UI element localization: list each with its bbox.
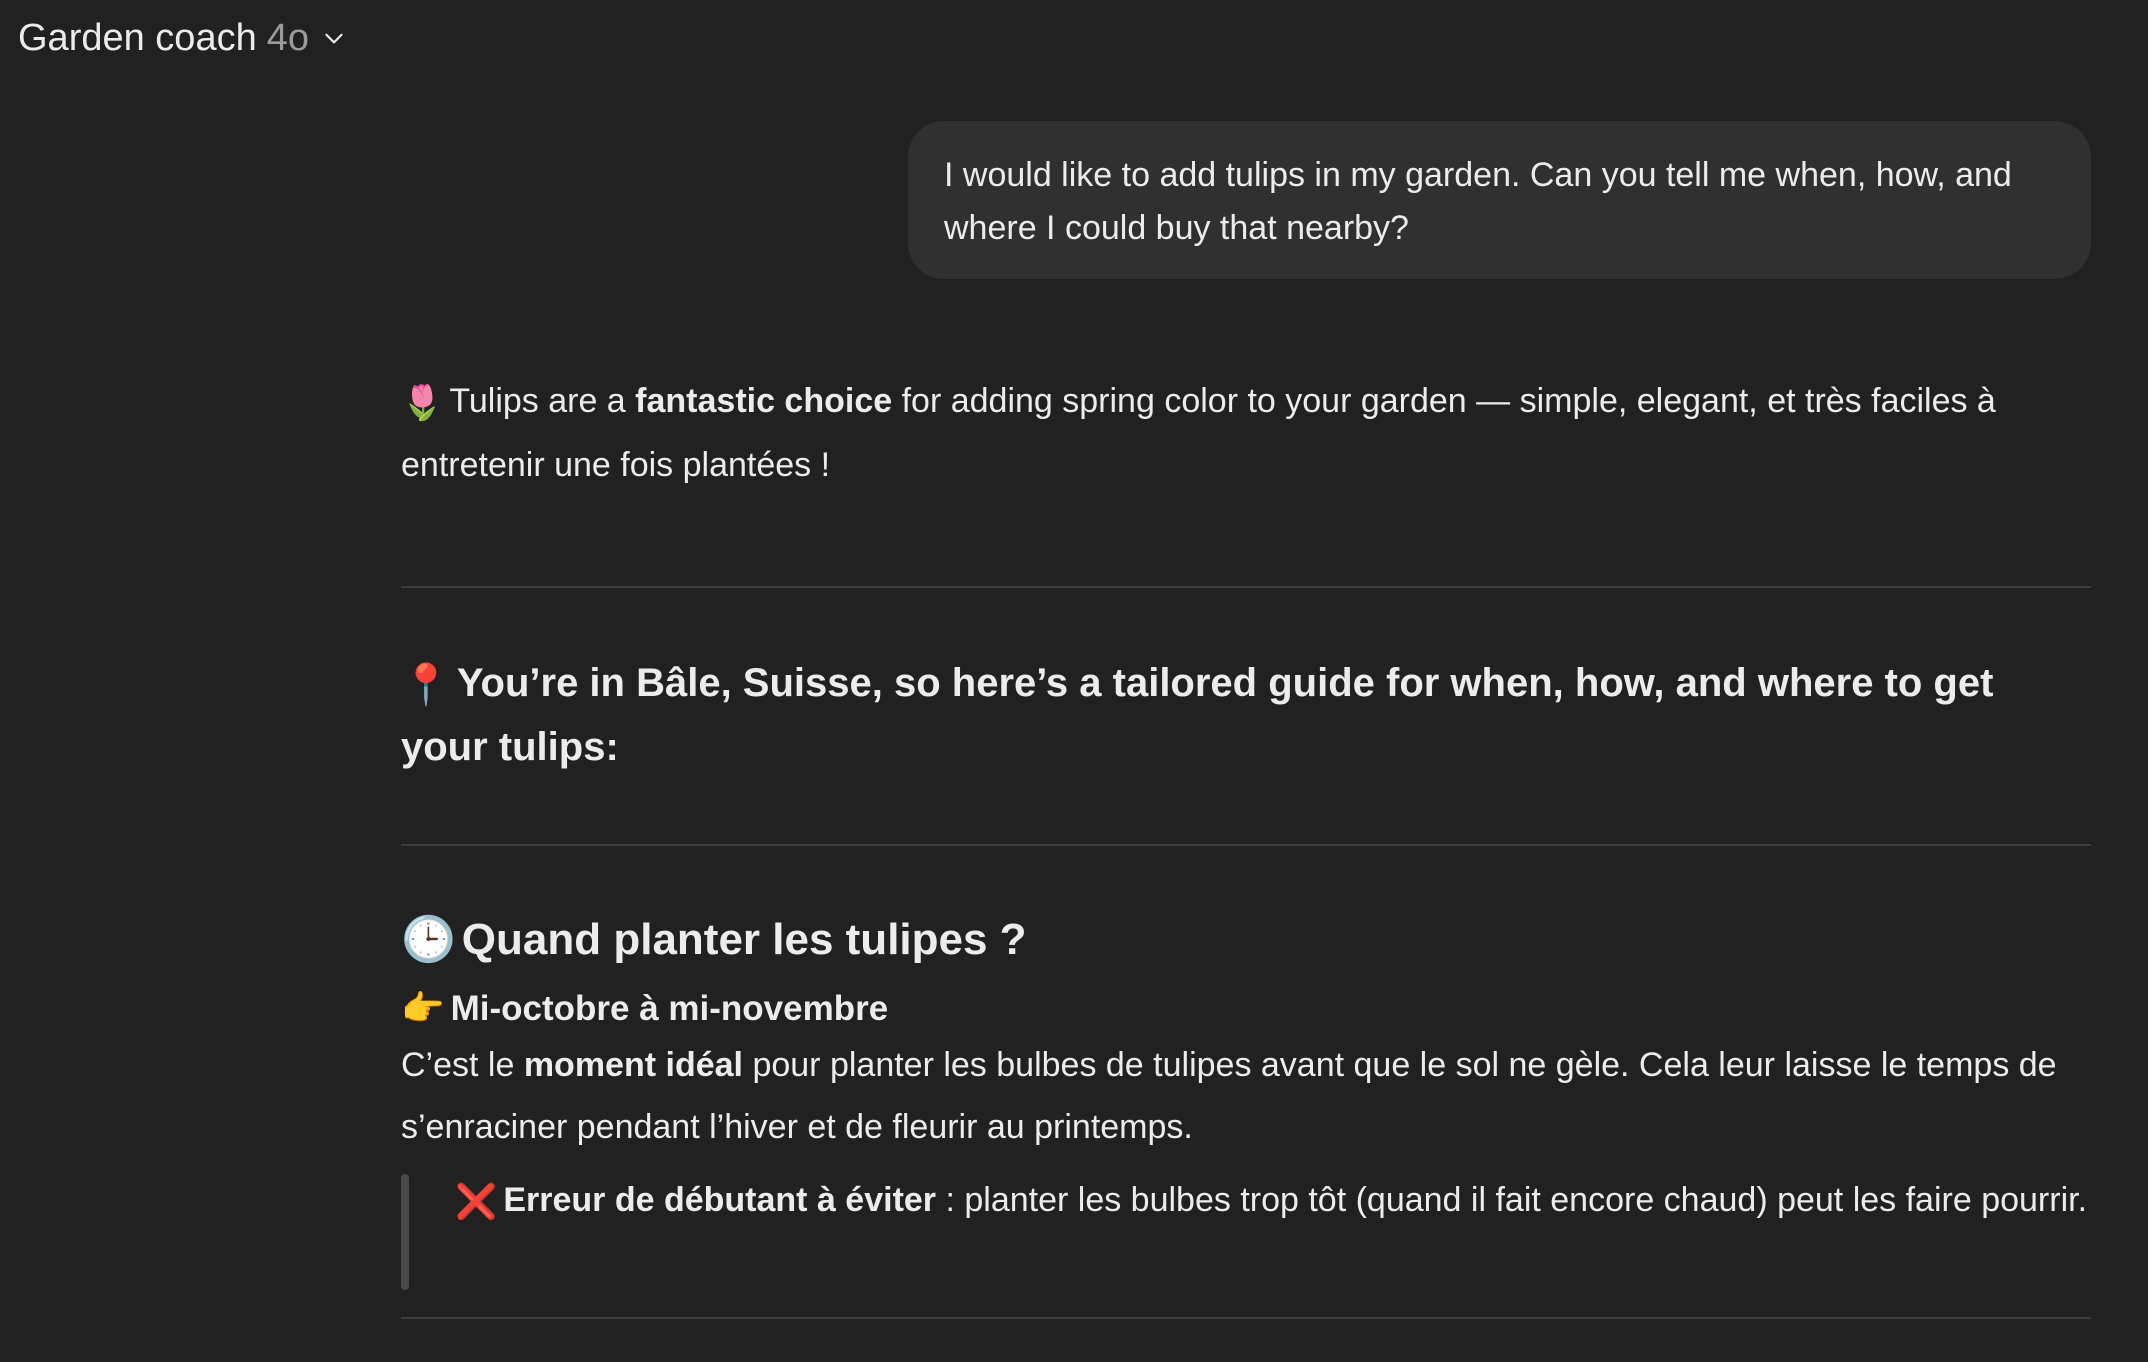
warning-text: : planter les bulbes trop tôt (quand il … — [936, 1181, 2088, 1220]
warning-blockquote: ❌ Erreur de débutant à éviter : planter l… — [401, 1174, 2091, 1291]
intro-text-start: Tulips are a — [449, 382, 636, 420]
clock-icon: 🕒 — [401, 915, 456, 965]
chat-app: Garden coach 4o I would like to add tuli… — [0, 0, 2148, 1362]
planting-body-bold: moment idéal — [523, 1046, 743, 1085]
intro-bold: fantastic choice — [635, 382, 893, 420]
user-message-bubble: I would like to add tulips in my garden.… — [908, 121, 2091, 279]
model-selector[interactable]: Garden coach 4o — [18, 12, 347, 64]
pointing-hand-icon: 👉 — [401, 989, 445, 1029]
divider — [401, 1316, 2091, 1319]
blockquote-bar — [401, 1174, 409, 1291]
section-title: Quand planter les tulipes ? — [461, 915, 1027, 965]
planting-period-text: Mi-octobre à mi-novembre — [450, 989, 889, 1029]
gpt-name: Garden coach — [18, 16, 257, 59]
cross-mark-icon: ❌ — [455, 1182, 498, 1221]
user-message-text: I would like to add tulips in my garden.… — [944, 156, 2012, 247]
model-version: 4o — [266, 16, 309, 59]
planting-body-start: C’est le — [401, 1046, 524, 1085]
warning-bold: Erreur de débutant à éviter — [503, 1181, 937, 1220]
section-heading-when: 🕒 Quand planter les tulipes ? — [401, 910, 2091, 970]
planting-body: C’est le moment idéal pour planter les b… — [401, 1034, 2091, 1158]
location-heading-text: You’re in Bâle, Suisse, so here’s a tail… — [401, 661, 1994, 770]
assistant-message: 🌷 Tulips are a fantastic choice for addin… — [401, 370, 2091, 1319]
intro-paragraph: 🌷 Tulips are a fantastic choice for addin… — [401, 370, 2091, 496]
pin-icon: 📍 — [401, 663, 451, 708]
location-heading: 📍 You’re in Bâle, Suisse, so here’s a tai… — [401, 652, 2091, 778]
planting-period: 👉 Mi-octobre à mi-novembre — [401, 984, 2091, 1034]
chevron-down-icon — [321, 25, 347, 51]
tulip-icon: 🌷 — [401, 384, 444, 423]
